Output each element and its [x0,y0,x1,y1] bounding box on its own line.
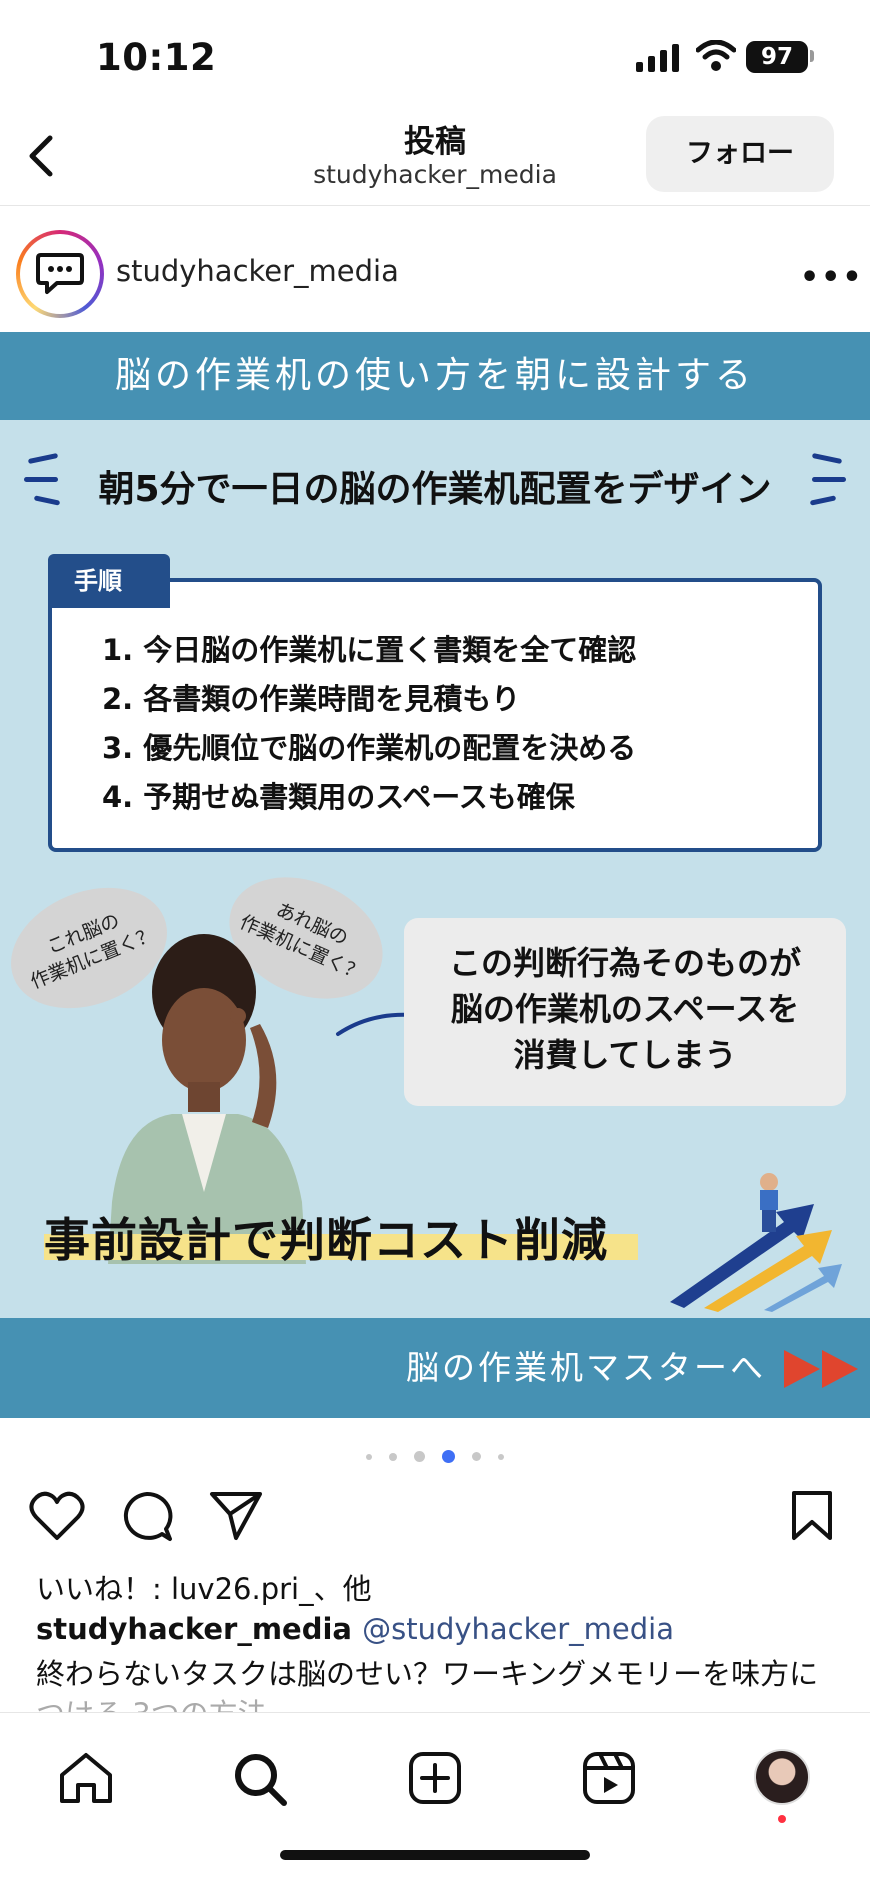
reels-icon[interactable] [582,1751,636,1805]
caption-text-cut: つける 3つの方法 [36,1694,846,1712]
create-post-icon[interactable] [408,1751,462,1805]
wifi-icon [696,40,736,71]
status-time: 10:12 [96,36,217,79]
more-options-icon[interactable]: ••• [800,260,864,295]
callout-box: この判断行為そのものが 脳の作業机のスペースを 消費してしまう [404,918,846,1106]
decor-dash [812,477,846,482]
caption-line: studyhacker_media @studyhacker_media [36,1612,674,1646]
callout-line: 消費してしまう [513,1036,737,1074]
battery-indicator: 97 [746,41,808,73]
carousel-dot [472,1452,482,1461]
status-bar: 10:12 97 [0,0,870,110]
cellular-signal-icon [636,44,679,72]
callout-line: この判断行為そのものが [448,944,801,982]
post-username[interactable]: studyhacker_media [116,254,399,288]
highlight-heading: 事前設計で判断コスト削減 [44,1204,638,1270]
carousel-indicator [0,1446,870,1463]
slide-subtitle: 朝5分で一日の脳の作業机配置をデザイン [98,469,772,510]
carousel-dot [498,1453,505,1460]
highlight-text: 事前設計で判断コスト削減 [44,1213,608,1267]
comment-icon[interactable] [120,1490,174,1544]
growth-arrows-illustration [670,1173,842,1312]
bookmark-icon[interactable] [790,1490,834,1542]
profile-avatar[interactable] [754,1749,810,1805]
heart-icon[interactable] [28,1490,86,1542]
carousel-dot [388,1452,397,1461]
callout-line: 脳の作業机のスペースを [450,990,800,1028]
post-actions [0,1484,870,1548]
follow-button[interactable]: フォロー [646,116,834,192]
slide-bottom-banner: 脳の作業机マスターへ [0,1318,870,1418]
home-icon[interactable] [58,1751,114,1805]
avatar[interactable] [16,230,104,318]
double-play-arrows-icon [784,1350,858,1388]
battery-cap [810,50,814,62]
carousel-dot [413,1451,425,1462]
step-item: 3. 優先順位で脳の作業机の配置を決める [102,731,637,765]
chat-bubble-logo-icon [36,253,84,294]
post-header: studyhacker_media ••• [0,206,870,332]
slide-bottom-text: 脳の作業机マスターへ [406,1348,766,1387]
search-icon[interactable] [232,1751,288,1807]
steps-box: 1. 今日脳の作業机に置く書類を全て確認 2. 各書類の作業時間を見積もり 3.… [48,578,822,852]
carousel-dot-active [442,1450,456,1463]
caption-mention[interactable]: @studyhacker_media [362,1612,674,1646]
steps-label: 手順 [48,554,170,608]
post-image-slide[interactable]: 脳の作業机の使い方を朝に設計する 朝5分で一日の脳の作業机配置をデザイン 1. … [0,332,870,1418]
step-item: 2. 各書類の作業時間を見積もり [102,682,521,716]
step-item: 1. 今日脳の作業机に置く書類を全て確認 [102,633,637,667]
caption-username[interactable]: studyhacker_media [36,1612,352,1646]
step-item: 4. 予期せぬ書類用のスペースも確保 [102,780,575,814]
caption-text: 終わらないタスクは脳のせい？ワーキングメモリーを味方に [36,1657,819,1691]
notification-dot [778,1815,786,1823]
slide-top-banner: 脳の作業机の使い方を朝に設計する [0,332,870,420]
carousel-dot [365,1453,372,1460]
share-send-icon[interactable] [208,1490,264,1542]
likes-text[interactable]: いいね！: luv26.pri_、他 [36,1566,372,1608]
home-indicator [280,1850,590,1860]
top-bar: 投稿 studyhacker_media フォロー [0,110,870,206]
